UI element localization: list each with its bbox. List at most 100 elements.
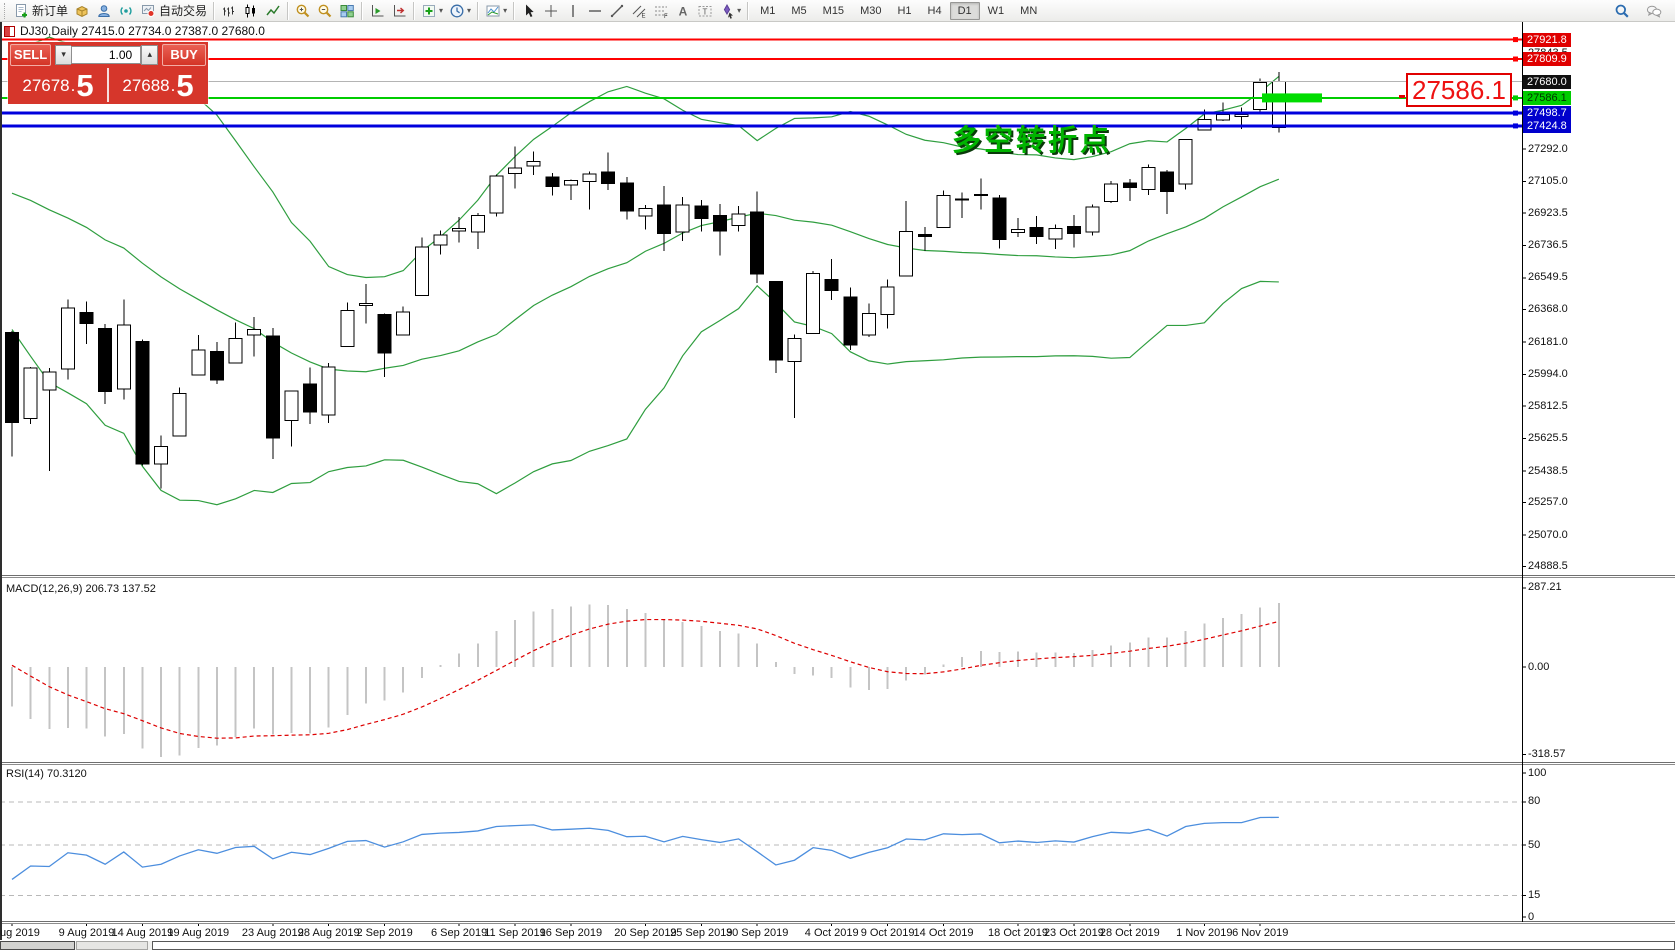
community-chat-button[interactable] [1643,1,1665,21]
line-icon [265,3,281,19]
arrows-button[interactable]: ▾ [716,1,744,21]
price-tick-label: 25438.5 [1528,465,1568,477]
zoom-out-icon [317,3,333,19]
signals-button[interactable] [115,1,137,21]
tab-timeframe-MN[interactable]: MN [1012,2,1045,20]
fibo-icon: F [653,3,669,19]
textA-icon: A [675,3,691,19]
periods-button[interactable]: ▾ [446,1,474,21]
tab-timeframe-W1[interactable]: W1 [980,2,1013,20]
chart-title: DJ30,Daily 27415.0 27734.0 27387.0 27680… [4,24,265,38]
tab-timeframe-H4[interactable]: H4 [920,2,950,20]
search-button[interactable] [1611,1,1633,21]
power-icon [140,3,156,19]
scrollbar-track[interactable] [152,941,1675,950]
auto-trading-button[interactable]: 自动交易 [137,1,210,21]
sell-price[interactable]: 27678.5 [10,68,106,102]
buy-button[interactable]: BUY [162,44,206,66]
line-chart-button[interactable] [262,1,284,21]
scrollbar-segment[interactable] [76,941,148,950]
panel-separator[interactable] [0,575,1675,578]
clock-icon [449,3,465,19]
date-tick-label: 16 Sep 2019 [531,927,611,939]
chevron-down-icon[interactable]: ▾ [503,6,507,15]
chevron-down-icon[interactable]: ▾ [439,6,443,15]
tab-timeframe-H1[interactable]: H1 [889,2,919,20]
candlestick-chart-button[interactable] [240,1,262,21]
chevron-down-icon[interactable]: ▾ [467,6,471,15]
crosshair-button[interactable] [540,1,562,21]
indicators-button[interactable]: ▾ [418,1,446,21]
sell-button[interactable]: SELL [10,44,51,66]
profile-button[interactable] [93,1,115,21]
community-chat-icon [1646,3,1662,19]
toolbar-right [1611,1,1675,21]
volume-increase-button[interactable]: ▴ [141,45,158,65]
buy-price[interactable]: 27688.5 [110,68,206,102]
price-tick-label: 27105.0 [1528,175,1568,187]
zoom-out-button[interactable] [314,1,336,21]
price-callout[interactable]: 27586.1 [1406,73,1512,107]
tab-timeframe-M30[interactable]: M30 [852,2,889,20]
indicator-plus-icon [421,3,437,19]
price-tick-label: 25625.5 [1528,432,1568,444]
volume-decrease-button[interactable]: ▾ [55,45,71,65]
volume-input[interactable] [71,46,141,64]
chart-window-button[interactable] [71,1,93,21]
auto-trading-button-label: 自动交易 [159,2,207,19]
cursor-button[interactable] [518,1,540,21]
fibonacci-button[interactable]: F [650,1,672,21]
horizontal-line-button[interactable] [584,1,606,21]
bid-price-tag: 27680.0 [1523,75,1571,89]
turning-point-annotation[interactable]: 多空转折点 [952,117,1112,159]
macd-tick-label: 287.21 [1528,581,1562,593]
tab-timeframe-M1[interactable]: M1 [752,2,783,20]
macd-label: MACD(12,26,9) 206.73 137.52 [6,583,156,595]
chart-shift-button[interactable] [388,1,410,21]
toolbar-grip[interactable] [4,3,8,19]
window-left-border [0,22,2,940]
rsi-tick-label: 0 [1528,911,1534,923]
svg-text:E: E [642,13,646,19]
zoom-in-button[interactable] [292,1,314,21]
equidistant-channel-button[interactable]: E [628,1,650,21]
text-button[interactable]: A [672,1,694,21]
price-tick-label: 25257.0 [1528,496,1568,508]
rsi-tick-label: 80 [1528,795,1540,807]
macd-tick-label: 0.00 [1528,661,1549,673]
tile-icon [339,3,355,19]
rsi-label: RSI(14) 70.3120 [6,768,87,780]
panel-separator[interactable] [0,762,1675,765]
price-tick-label: 24888.5 [1528,560,1568,572]
channel-icon: E [631,3,647,19]
new-order-button-label: 新订单 [32,2,68,19]
date-tick-label: 19 Aug 2019 [158,927,238,939]
scrollbar-thumb[interactable] [0,941,75,950]
tab-timeframe-M5[interactable]: M5 [783,2,814,20]
price-tick-label: 26549.5 [1528,271,1568,283]
bar-chart-button[interactable] [218,1,240,21]
toolbar-separator [361,2,363,20]
bars-icon [221,3,237,19]
chevron-down-icon[interactable]: ▾ [737,6,741,15]
mt4-chart-window: 新订单 自动交易 ▾ ▾ ▾ E FAT ▾ M1M5M15M30H1H4D1W1MN DJ30… [0,0,1675,950]
toolbar-separator [213,2,215,20]
toolbar: 新订单 自动交易 ▾ ▾ ▾ E FAT ▾ M1M5M15M30H1H4D1W1MN [0,0,1675,22]
new-order-button[interactable]: 新订单 [10,1,71,21]
chart-canvas[interactable] [0,0,1675,950]
vertical-line-button[interactable] [562,1,584,21]
price-divider [107,68,109,102]
auto-scroll-button[interactable] [366,1,388,21]
templates-button[interactable]: ▾ [482,1,510,21]
hline-price-tag: 27586.1 [1523,91,1571,105]
date-tick-label: 14 Oct 2019 [904,927,984,939]
text-label-button[interactable]: T [694,1,716,21]
tile-windows-button[interactable] [336,1,358,21]
horizontal-scrollbar[interactable] [0,941,1675,950]
price-tick-label: 26181.0 [1528,336,1568,348]
hline-price-tag: 27809.9 [1523,52,1571,66]
trendline-button[interactable] [606,1,628,21]
tab-timeframe-D1[interactable]: D1 [950,2,980,20]
hline-price-tag: 27424.8 [1523,119,1571,133]
tab-timeframe-M15[interactable]: M15 [815,2,852,20]
